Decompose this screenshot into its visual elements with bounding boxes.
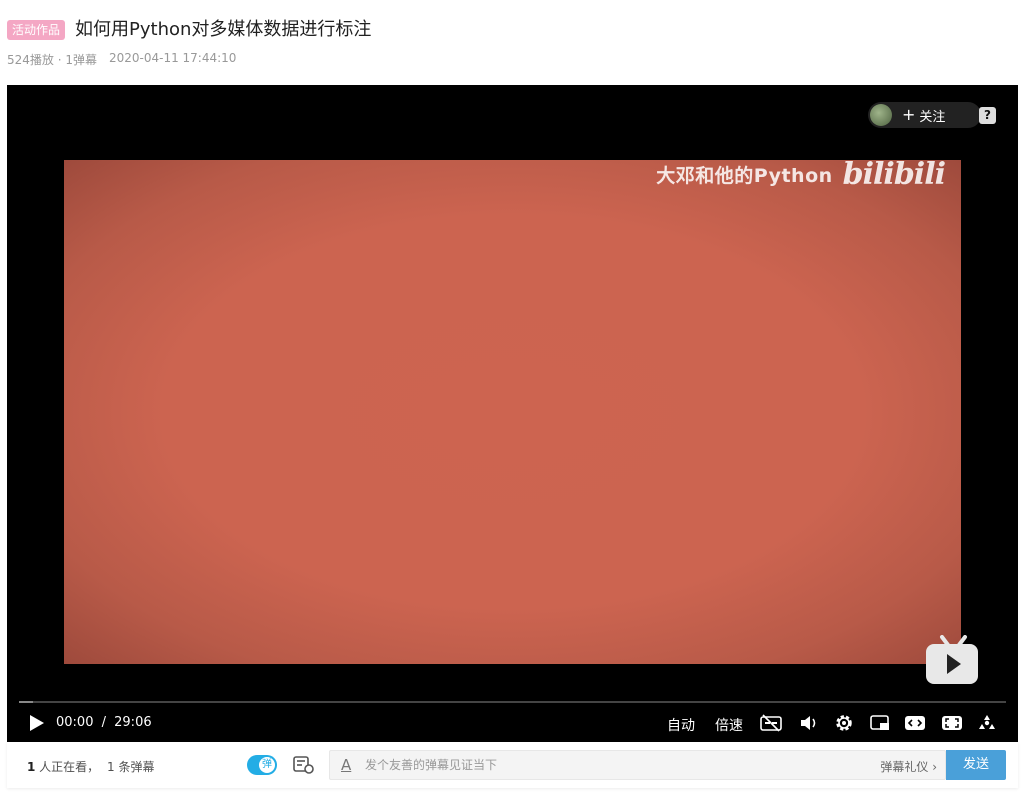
duration: 29:06 <box>114 715 152 730</box>
video-frame[interactable]: 大邓和他的Python bilibili <box>64 157 961 664</box>
text-style-icon[interactable]: A <box>341 756 351 774</box>
danmaku-text: 条弹幕 <box>114 760 155 774</box>
title-row: 活动作品 如何用Python对多媒体数据进行标注 <box>7 18 371 42</box>
danmaku-settings-icon[interactable] <box>293 756 314 774</box>
danmaku-input[interactable] <box>365 751 845 779</box>
activity-badge[interactable]: 活动作品 <box>7 20 66 40</box>
viewers-text: 人正在看， <box>35 760 100 774</box>
avatar <box>870 104 892 126</box>
control-bar: 00:00 / 29:06 自动 倍速 <box>7 705 1018 742</box>
danmaku-toggle[interactable]: 弹 <box>247 755 277 775</box>
widescreen-icon[interactable] <box>904 713 926 733</box>
bilibili-tv-icon[interactable] <box>925 635 979 685</box>
danmaku-count: 1 <box>107 760 115 774</box>
settings-icon[interactable] <box>833 713 855 733</box>
fullscreen-icon[interactable] <box>976 713 998 733</box>
danmaku-etiquette-link[interactable]: 弹幕礼仪 › <box>880 758 937 775</box>
plus-icon: + <box>902 105 916 124</box>
watermark: 大邓和他的Python bilibili <box>656 157 946 192</box>
video-meta: 524播放 · 1弹幕 2020-04-11 17:44:10 <box>7 51 236 68</box>
current-time: 00:00 <box>56 715 94 730</box>
send-button[interactable]: 发送 <box>946 750 1006 780</box>
play-icon[interactable] <box>29 714 45 732</box>
bilibili-logo: bilibili <box>842 156 946 192</box>
danmaku-input-wrap: A 弹幕礼仪 › <box>329 750 946 780</box>
progress-bar[interactable] <box>19 701 1006 703</box>
help-icon[interactable]: ? <box>979 107 996 124</box>
danmaku-bar: 1 人正在看， 1 条弹幕 弹 A 弹幕礼仪 › 发送 <box>7 742 1018 788</box>
subtitle-off-icon[interactable] <box>760 713 782 733</box>
quality-button[interactable]: 自动 <box>667 715 695 735</box>
time-separator: / <box>101 715 106 730</box>
time-display: 00:00 / 29:06 <box>56 715 152 730</box>
publish-date: 2020-04-11 17:44:10 <box>108 51 237 65</box>
progress-fill <box>19 701 33 703</box>
follow-button[interactable]: + 关注 <box>868 102 981 128</box>
picture-in-picture-icon[interactable] <box>869 713 891 733</box>
speed-button[interactable]: 倍速 <box>715 715 743 735</box>
video-title: 如何用Python对多媒体数据进行标注 <box>75 19 372 40</box>
viewer-stats: 1 人正在看， 1 条弹幕 <box>27 758 154 775</box>
play-count: 524播放 · 1弹幕 <box>7 53 97 67</box>
danmaku-toggle-label: 弹 <box>259 757 275 773</box>
follow-label: 关注 <box>919 109 946 125</box>
watermark-text: 大邓和他的Python <box>656 164 833 187</box>
web-fullscreen-icon[interactable] <box>941 713 963 733</box>
video-player[interactable]: 大邓和他的Python bilibili + 关注 ? 00:00 / 29:0… <box>7 85 1018 742</box>
volume-icon[interactable] <box>798 713 820 733</box>
